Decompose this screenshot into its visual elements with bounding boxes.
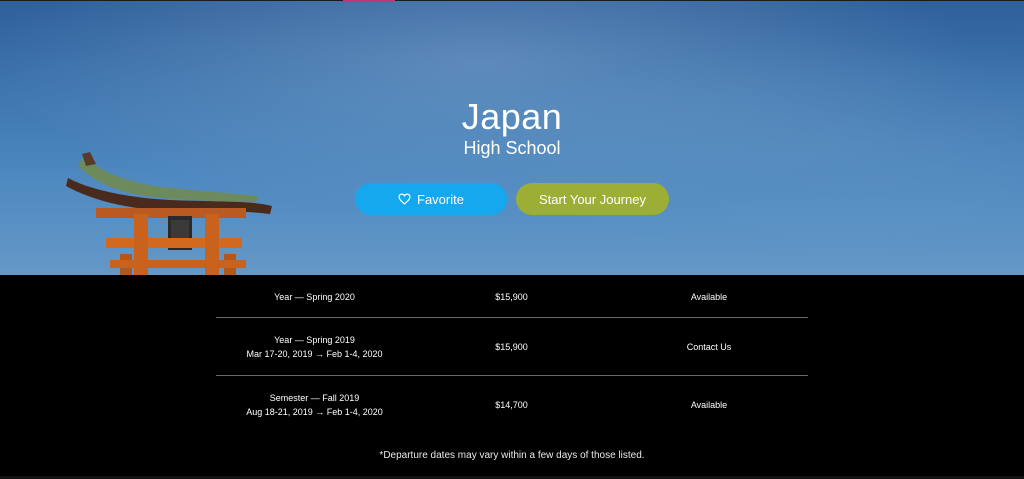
table-row: Year — Spring 2020 $15,900 Available [216,275,808,318]
start-journey-button-label: Start Your Journey [539,191,646,207]
program-dates: Aug 18-21, 2019 → Feb 1-4, 2020 [246,406,383,417]
program-term-cell: Semester — Fall 2019 Aug 18-21, 2019 → F… [216,391,413,419]
program-term: Semester — Fall 2019 [269,392,360,403]
program-price: $15,900 [495,342,528,352]
program-dates-table: Year — Spring 2020 $15,900 Available Yea… [216,275,808,433]
heart-outline-icon [398,193,411,205]
favorite-button-label: Favorite [417,191,464,207]
top-border [0,0,1024,1]
program-dates: Mar 17-20, 2019 → Feb 1-4, 2020 [246,349,383,359]
page-title: Japan [461,96,563,137]
program-term-cell: Year — Spring 2020 [216,290,413,304]
program-price: $14,700 [495,399,528,410]
hero-banner: Japan High School Favorite Start Your Jo… [0,0,1024,275]
table-row: Year — Spring 2019 Mar 17-20, 2019 → Feb… [216,318,808,376]
nav-active-indicator [343,0,395,2]
table-row: Semester — Fall 2019 Aug 18-21, 2019 → F… [216,376,808,433]
page-subtitle: High School [463,138,561,158]
departure-footnote: *Departure dates may vary within a few d… [379,450,645,461]
start-journey-button[interactable]: Start Your Journey [516,183,669,215]
favorite-button[interactable]: Favorite [355,183,507,215]
program-term: Year — Spring 2020 [274,291,355,302]
program-status: Available [690,291,728,302]
program-status[interactable]: Contact Us [610,340,808,354]
program-price: $15,900 [495,291,528,302]
torii-gate-image [66,152,272,275]
program-term: Year — Spring 2019 [274,335,355,345]
program-term-cell: Year — Spring 2019 Mar 17-20, 2019 → Feb… [216,333,413,361]
program-status: Available [690,399,728,410]
